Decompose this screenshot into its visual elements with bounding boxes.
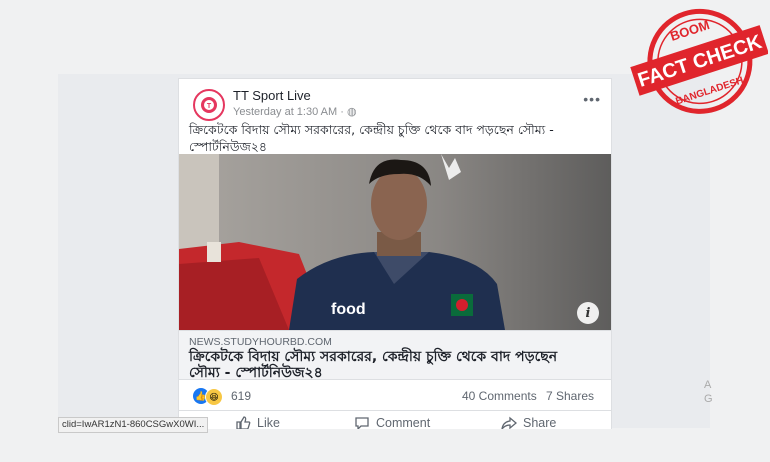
tt-logo-icon: T [201,97,217,113]
boom-fact-check-stamp: FACT CHECK BOOM BANGLADESH [630,8,768,114]
share-button[interactable]: Share [501,415,556,429]
comment-label: Comment [376,416,431,429]
facebook-post: T TT Sport Live Yesterday at 1:30 AM · ◍… [178,78,612,429]
page-avatar[interactable]: T [193,89,225,121]
sidebar-partial-line-1: A [704,379,712,391]
share-arrow-icon [501,416,517,429]
post-actions: Like Comment Share [179,411,611,429]
like-label: Like [257,416,280,429]
sidebar-partial-text: A G [704,378,713,406]
sidebar-partial-line-2: G [704,393,713,405]
svg-text:T: T [207,103,212,110]
link-preview[interactable]: NEWS.STUDYHOURBD.COM ক্রিকেটকে বিদায় সৌ… [179,330,611,381]
reaction-count[interactable]: 619 [231,389,251,403]
comment-button[interactable]: Comment [354,415,430,429]
thumbs-up-icon [236,416,251,429]
page-name[interactable]: TT Sport Live [233,88,311,103]
haha-reaction-icon[interactable]: 😆 [205,388,223,406]
globe-icon: ◍ [346,106,357,118]
info-icon[interactable]: i [577,302,599,324]
like-button[interactable]: Like [235,415,280,429]
comments-count[interactable]: 40 Comments [462,389,537,403]
link-title[interactable]: ক্রিকেটকে বিদায় সৌম্য সরকারের, কেন্দ্রী… [189,349,589,381]
post-options-button[interactable]: ••• [583,91,601,107]
shares-count[interactable]: 7 Shares [546,389,594,403]
person-photo: food [179,154,611,330]
svg-text:food: food [331,301,366,318]
link-domain: NEWS.STUDYHOURBD.COM [189,336,332,348]
post-meta: Yesterday at 1:30 AM · ◍ [233,105,357,118]
share-label: Share [523,416,557,429]
link-preview-image[interactable]: food i [179,154,611,330]
post-caption: ক্রিকেটকে বিদায় সৌম্য সরকারের, কেন্দ্রী… [189,122,554,154]
post-timestamp[interactable]: Yesterday at 1:30 AM · [233,106,347,118]
browser-status-url: clid=IwAR1zN1-860CSGwX0WI... [58,417,208,433]
speech-bubble-icon [355,417,369,429]
post-stats: 👍 😆 619 40 Comments 7 Shares [179,380,611,411]
